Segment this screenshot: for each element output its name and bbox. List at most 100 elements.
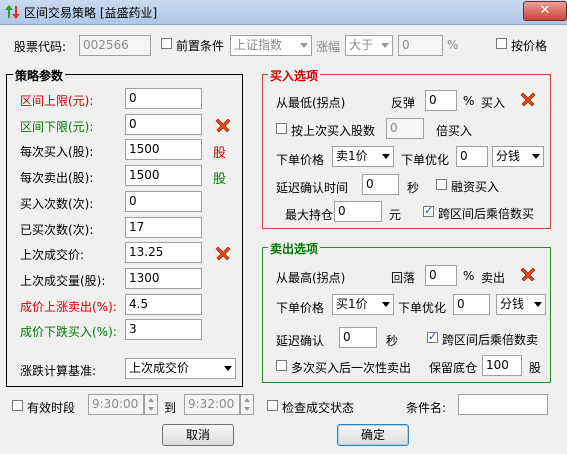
margin-buy-label: 融资买入 [451, 180, 500, 194]
basis-select[interactable]: 上次成交价 [125, 358, 236, 379]
spin-down-icon [148, 407, 154, 411]
strategy-row-field[interactable]: 1500 [125, 165, 202, 187]
window-title: 区间交易策略 [益盛药业] [24, 6, 158, 20]
from-high-label: 从最高(拐点) [276, 271, 346, 285]
margin-buy-checkbox[interactable] [436, 179, 447, 190]
sell-order-opt-label: 下单优化 [398, 301, 447, 315]
chevron-down-icon [534, 302, 542, 307]
share-unit-button[interactable]: 股 [213, 142, 226, 161]
stock-code-field[interactable]: 002566 [79, 35, 151, 56]
strategy-row-label: 成价上涨卖出(%): [20, 299, 117, 314]
sell-delay-field[interactable]: 0 [339, 327, 377, 348]
yuan-label: 元 [389, 208, 402, 222]
clear-x-icon[interactable] [520, 266, 536, 282]
buy-group-title: 买入选项 [268, 67, 321, 84]
chevron-down-icon [224, 366, 232, 371]
buy-unit-value: 分钱 [496, 149, 521, 163]
valid-period-label: 有效时段 [27, 401, 76, 415]
time-from-spinner[interactable] [144, 394, 158, 415]
strategy-row-field[interactable]: 13.25 [125, 242, 202, 264]
compare-select[interactable]: 大于 [345, 35, 393, 56]
check-status-label: 检查成交状态 [282, 401, 355, 415]
sell-order-price-label: 下单价格 [276, 301, 325, 315]
chevron-down-icon [382, 302, 390, 307]
strategy-row-field[interactable]: 0 [125, 88, 202, 109]
sell-delay-label: 延迟确认 [276, 334, 325, 348]
clear-x-icon[interactable] [215, 117, 231, 133]
time-to-field[interactable]: 9:32:00 [184, 394, 240, 415]
strategy-row-label: 已买次数(次): [20, 222, 94, 237]
buy-sec-label: 秒 [407, 181, 420, 195]
change-label: 涨幅 [316, 40, 341, 54]
keep-base-field[interactable]: 100 [482, 355, 522, 376]
sell-unit-select[interactable]: 分钱 [496, 294, 546, 315]
rebound-field[interactable]: 0 [425, 90, 457, 111]
basis-label: 涨跌计算基准: [20, 364, 97, 378]
buy-delay-label: 延迟确认时间 [276, 181, 349, 195]
clear-x-icon[interactable] [215, 245, 231, 261]
buy-order-price-value: 卖1价 [336, 149, 368, 163]
strategy-row-field[interactable]: 0 [125, 113, 202, 135]
pullback-label: 回落 [391, 271, 416, 285]
index-select[interactable]: 上证指数 [230, 35, 312, 56]
share-label: 股 [529, 361, 542, 375]
basis-select-value: 上次成交价 [129, 361, 190, 375]
strategy-row-field[interactable]: 4.5 [125, 293, 202, 315]
title-bar[interactable]: 区间交易策略 [益盛药业] ✕ [0, 0, 567, 25]
strategy-row-label: 区间下限(元): [20, 119, 94, 134]
by-price-checkbox[interactable] [496, 38, 507, 49]
to-label: 到 [164, 401, 177, 415]
keep-base-label: 保留底仓 [429, 361, 478, 375]
sell-order-opt-field[interactable]: 0 [453, 294, 490, 315]
ok-button[interactable]: 确定 [337, 424, 409, 446]
spin-up-icon [244, 398, 250, 402]
sell-order-price-select[interactable]: 买1价 [332, 294, 394, 315]
spin-up-icon [148, 398, 154, 402]
change-value-field[interactable]: 0 [398, 35, 443, 56]
multi-buy-checkbox[interactable] [423, 204, 434, 217]
multi-sell-checkbox[interactable] [427, 330, 438, 343]
by-price-label: 按价格 [511, 39, 548, 53]
strategy-row-field[interactable]: 1300 [125, 267, 202, 289]
buy-order-opt-field[interactable]: 0 [456, 146, 488, 167]
chevron-down-icon [382, 154, 390, 159]
condition-name-field[interactable] [458, 394, 548, 415]
buy-delay-field[interactable]: 0 [362, 174, 399, 195]
index-select-value: 上证指数 [234, 38, 283, 52]
condition-name-label: 条件名: [406, 401, 447, 415]
by-last-qty-label: 按上次买入股数 [291, 124, 376, 138]
multi-buy-label: 跨区间后乘倍数买 [438, 207, 535, 221]
buy-label: 买入 [481, 96, 506, 110]
multiplier-field[interactable]: 0 [386, 118, 424, 139]
precondition-checkbox[interactable] [161, 38, 172, 49]
precondition-label: 前置条件 [176, 39, 225, 53]
compare-select-value: 大于 [349, 38, 374, 52]
share-unit-button[interactable]: 股 [213, 168, 226, 187]
sell-unit-value: 分钱 [500, 297, 525, 311]
multi-sell-label: 跨区间后乘倍数卖 [442, 333, 539, 347]
clear-x-icon[interactable] [520, 91, 536, 107]
buy-order-price-select[interactable]: 卖1价 [332, 146, 394, 167]
check-status-checkbox[interactable] [267, 400, 278, 411]
strategy-row-label: 上次成交价: [20, 248, 85, 263]
times-buy-label: 倍买入 [436, 124, 473, 138]
strategy-row-field[interactable]: 17 [125, 216, 202, 238]
one-time-sell-checkbox[interactable] [276, 360, 287, 371]
valid-period-checkbox[interactable] [12, 400, 23, 411]
time-from-field[interactable]: 9:30:00 [88, 394, 144, 415]
by-last-qty-checkbox[interactable] [276, 123, 287, 134]
chevron-down-icon [381, 43, 389, 48]
pullback-field[interactable]: 0 [425, 265, 457, 286]
pullback-percent: % [463, 269, 475, 283]
max-pos-field[interactable]: 0 [334, 201, 382, 222]
buy-unit-select[interactable]: 分钱 [492, 146, 544, 167]
spin-down-icon [244, 407, 250, 411]
strategy-row-field[interactable]: 0 [125, 190, 202, 212]
strategy-row-field[interactable]: 3 [125, 319, 202, 341]
one-time-sell-label: 多次买入后一次性卖出 [291, 361, 412, 375]
close-button[interactable]: ✕ [523, 1, 567, 21]
time-to-spinner[interactable] [240, 394, 254, 415]
cancel-button[interactable]: 取消 [162, 424, 234, 446]
from-low-label: 从最低(拐点) [276, 96, 346, 110]
strategy-row-field[interactable]: 1500 [125, 139, 202, 161]
